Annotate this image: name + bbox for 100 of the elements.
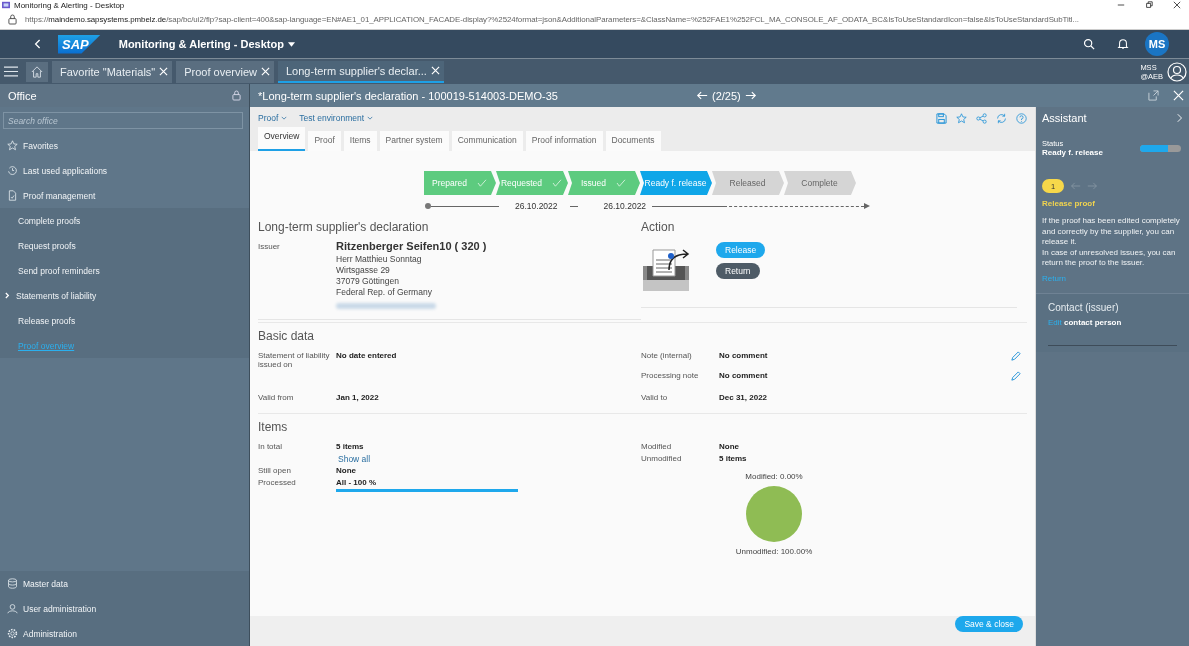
sidebar-item[interactable]: Complete proofs (0, 208, 249, 233)
app-tab[interactable]: Proof overview (176, 60, 274, 83)
caret-icon (287, 41, 295, 47)
sidebar-item[interactable]: User administration (0, 596, 249, 621)
share-icon[interactable] (976, 112, 987, 124)
show-all-link[interactable]: Show all (338, 454, 371, 464)
user-icon[interactable] (1167, 61, 1187, 82)
caret-icon (281, 116, 288, 120)
menu-icon[interactable] (4, 66, 18, 77)
status-value: Ready f. release (1042, 148, 1103, 157)
lock-icon (8, 14, 17, 25)
user-icon (7, 603, 18, 614)
field-label: In total (258, 442, 283, 451)
minimize-icon[interactable] (1117, 1, 1125, 9)
address-line: Herr Matthieu Sonntag (336, 254, 423, 265)
tab[interactable]: Items (343, 131, 377, 151)
address-line: 37079 Göttingen (336, 276, 400, 287)
tab[interactable]: Communication (451, 131, 523, 151)
help-text: In case of unresolved issues, you can return the proof to the issuer. (1042, 247, 1177, 269)
caret-icon (367, 116, 374, 120)
help-text: If the proof has been edited completely and correctly by the supplier, you can release it. (1042, 216, 1181, 248)
pencil-icon[interactable] (1010, 371, 1021, 382)
tab[interactable]: Proof (308, 131, 341, 151)
sidebar-item[interactable]: Master data (0, 571, 249, 596)
action-button[interactable]: Return (716, 263, 760, 279)
sidebar-item[interactable]: Request proofs (0, 233, 249, 258)
contact-text: contact person (1064, 317, 1122, 327)
menu-button[interactable]: Test environment (299, 113, 374, 123)
lock-icon[interactable] (232, 90, 241, 101)
bell-icon[interactable] (1117, 38, 1129, 50)
process-step: Prepared (424, 171, 497, 195)
address-line: Wirtsgasse 29 (336, 265, 391, 276)
sidebar-item[interactable]: Release proofs (0, 308, 249, 333)
pencil-icon[interactable] (1010, 351, 1021, 362)
field-value: None (336, 466, 356, 475)
step-date: 26.10.2022 (515, 201, 558, 211)
step-title: Release proof (1042, 199, 1096, 208)
star-icon[interactable] (956, 112, 967, 124)
field-label: Valid from (258, 393, 295, 402)
close-icon[interactable] (1173, 1, 1181, 9)
chevron-icon[interactable] (1177, 113, 1183, 123)
save-close-button[interactable]: Save & close (955, 616, 1023, 632)
process-step: Ready f. release (640, 171, 713, 195)
save-icon[interactable] (936, 112, 947, 124)
search-field[interactable]: Search office (3, 112, 243, 129)
field-label: Issuer (258, 242, 281, 253)
app-tab[interactable]: Favorite "Materials" (52, 60, 173, 83)
field-label: Processed (258, 478, 297, 487)
user-avatar[interactable]: MS (1145, 32, 1169, 56)
shell-title[interactable]: Monitoring & Alerting - Desktop (118, 38, 295, 50)
sidebar-item[interactable]: Send proof reminders (0, 258, 249, 283)
field-label: Modified (641, 442, 673, 451)
document-title: *Long-term supplier's declaration - 100019-514003-DEMO-35 (258, 89, 559, 102)
field-label: Processing note (641, 371, 700, 380)
field-value: 5 items (719, 454, 747, 463)
settings-icon (7, 628, 18, 639)
refresh-icon[interactable] (996, 112, 1007, 124)
popout-icon[interactable] (1148, 90, 1159, 101)
field-value: No comment (719, 371, 768, 380)
field-value: No date entered (336, 351, 397, 360)
page-counter: (2/25) (712, 89, 741, 102)
restore-icon[interactable] (1145, 1, 1153, 9)
step-date: 26.10.2022 (603, 201, 647, 211)
field-label: Statement of liability issued on (258, 351, 331, 369)
window-title: Monitoring & Alerting - Desktop (14, 0, 125, 10)
field-label: Unmodified (641, 454, 683, 463)
app-tab[interactable]: Long-term supplier's declar... (278, 60, 444, 83)
chart-label: Unmodified: 100.00% (735, 547, 813, 556)
section-title: Action (641, 220, 676, 234)
back-icon[interactable] (34, 38, 42, 50)
chart-label: Modified: 0.00% (745, 472, 803, 481)
tab[interactable]: Overview (258, 127, 306, 151)
field-label: Still open (258, 466, 292, 475)
sap-logo: SAP (58, 34, 101, 54)
process-step: Released (712, 171, 785, 195)
check-icon (477, 179, 487, 187)
field-value: 5 items (336, 442, 364, 451)
home-icon (31, 65, 43, 78)
tab[interactable]: Proof information (525, 131, 603, 151)
field-value: All - 100 % (336, 478, 377, 487)
search-icon[interactable] (1083, 38, 1095, 50)
sidebar-item[interactable]: Statements of liability (0, 283, 249, 308)
action-button[interactable]: Release (716, 242, 766, 258)
field-value: Dec 31, 2022 (719, 393, 768, 402)
tab[interactable]: Partner system (379, 131, 449, 151)
check-icon (552, 179, 563, 187)
star-icon (7, 140, 18, 151)
process-step: Issued (568, 171, 641, 195)
tab[interactable]: Documents (605, 131, 661, 151)
sidebar-item[interactable]: Administration (0, 621, 249, 646)
field-label: Valid to (641, 393, 669, 402)
field-value: Jan 1, 2022 (336, 393, 379, 402)
field-value: No comment (719, 351, 768, 360)
field-value: None (719, 442, 739, 451)
sidebar-title: Office (8, 89, 37, 102)
menu-button[interactable]: Proof (258, 113, 288, 123)
process-step: Complete (784, 171, 857, 195)
address-line: Federal Rep. of Germany (336, 287, 433, 298)
database-icon (7, 578, 18, 589)
document-icon (7, 190, 18, 201)
